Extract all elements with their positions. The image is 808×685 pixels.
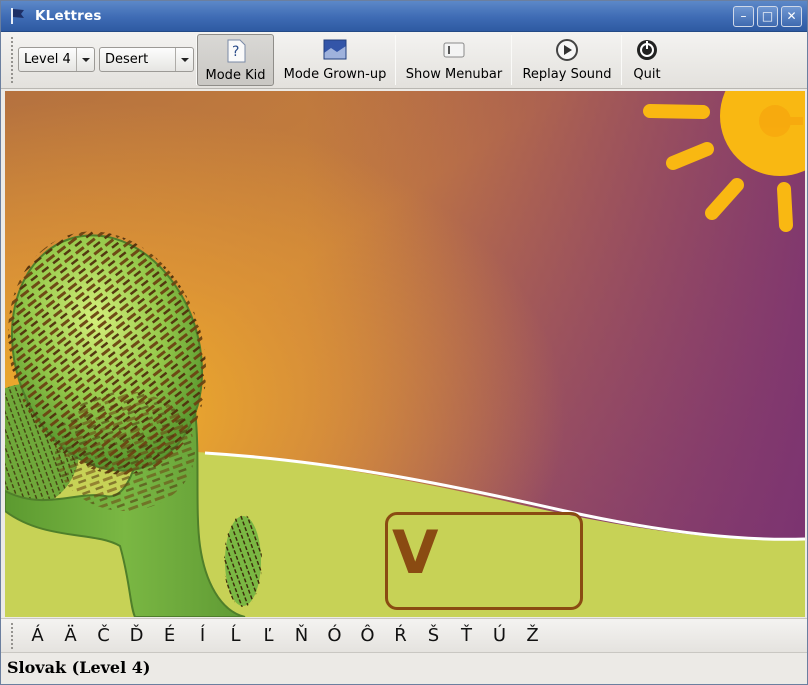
grown-up-mode-icon bbox=[323, 39, 347, 60]
letter-button[interactable]: Ď bbox=[120, 625, 153, 646]
letter-button[interactable]: Ň bbox=[285, 625, 318, 646]
replay-sound-label: Replay Sound bbox=[522, 67, 612, 82]
theme-select-value: Desert bbox=[105, 52, 149, 67]
toolbar-separator bbox=[621, 35, 622, 85]
mode-grown-up-label: Mode Grown-up bbox=[283, 67, 387, 82]
toolbar-separator bbox=[395, 35, 396, 85]
game-canvas[interactable]: V bbox=[5, 91, 805, 617]
mode-kid-button[interactable]: ? Mode Kid bbox=[197, 34, 274, 86]
status-bar: Slovak (Level 4) bbox=[1, 654, 807, 684]
letter-button[interactable]: Č bbox=[87, 625, 120, 646]
toolbar-separator bbox=[511, 35, 512, 85]
title-bar[interactable]: KLettres – □ ✕ bbox=[1, 1, 807, 32]
letter-button[interactable]: Ú bbox=[483, 625, 516, 646]
letter-button[interactable]: Ľ bbox=[252, 625, 285, 646]
close-button[interactable]: ✕ bbox=[781, 6, 802, 27]
play-icon bbox=[556, 39, 578, 61]
status-language-level: Slovak (Level 4) bbox=[7, 658, 151, 677]
quit-icon bbox=[637, 40, 657, 60]
kid-mode-icon: ? bbox=[227, 39, 245, 63]
letter-button[interactable]: Ŕ bbox=[384, 625, 417, 646]
letter-button[interactable]: É bbox=[153, 625, 186, 646]
show-menubar-button[interactable]: Show Menubar bbox=[402, 34, 506, 86]
letter-button[interactable]: Ä bbox=[54, 625, 87, 646]
typed-letter: V bbox=[392, 518, 439, 588]
menubar-icon bbox=[443, 42, 465, 58]
level-select[interactable]: Level 4 bbox=[18, 47, 95, 72]
letter-button[interactable]: Ó bbox=[318, 625, 351, 646]
letter-button[interactable]: Í bbox=[186, 625, 219, 646]
quit-label: Quit bbox=[633, 67, 661, 82]
toolbar-grip-handle[interactable] bbox=[10, 622, 14, 650]
close-icon: ✕ bbox=[786, 9, 797, 23]
chevron-down-icon[interactable] bbox=[76, 48, 94, 71]
toolbar-grip-handle[interactable] bbox=[10, 36, 14, 84]
answer-box: V bbox=[385, 512, 583, 610]
maximize-icon: □ bbox=[761, 9, 774, 23]
main-toolbar: Level 4 Desert ? Mode Kid Mode Grown-up bbox=[1, 32, 807, 89]
letter-button[interactable]: Ô bbox=[351, 625, 384, 646]
app-window: KLettres – □ ✕ Level 4 Desert ? Mode Kid bbox=[0, 0, 808, 685]
chevron-down-icon[interactable] bbox=[175, 48, 193, 71]
svg-text:?: ? bbox=[232, 44, 239, 60]
minimize-icon: – bbox=[740, 9, 747, 23]
quit-button[interactable]: Quit bbox=[627, 34, 667, 86]
letter-button[interactable]: Ť bbox=[450, 625, 483, 646]
replay-sound-button[interactable]: Replay Sound bbox=[517, 34, 617, 86]
letter-button[interactable]: Ž bbox=[516, 625, 549, 646]
letter-button[interactable]: Á bbox=[21, 625, 54, 646]
minimize-button[interactable]: – bbox=[733, 6, 754, 27]
level-select-value: Level 4 bbox=[24, 52, 71, 67]
letter-buttons: ÁÄČĎÉÍĹĽŇÓÔŔŠŤÚŽ bbox=[21, 625, 549, 646]
letter-button[interactable]: Ĺ bbox=[219, 625, 252, 646]
theme-select[interactable]: Desert bbox=[99, 47, 194, 72]
mode-kid-label: Mode Kid bbox=[205, 68, 266, 83]
window-title: KLettres bbox=[35, 8, 102, 24]
klettres-app-icon bbox=[11, 8, 24, 24]
special-characters-toolbar: ÁÄČĎÉÍĹĽŇÓÔŔŠŤÚŽ bbox=[1, 618, 807, 653]
show-menubar-label: Show Menubar bbox=[405, 67, 503, 82]
mode-grown-up-button[interactable]: Mode Grown-up bbox=[281, 34, 389, 86]
letter-button[interactable]: Š bbox=[417, 625, 450, 646]
maximize-button[interactable]: □ bbox=[757, 6, 778, 27]
